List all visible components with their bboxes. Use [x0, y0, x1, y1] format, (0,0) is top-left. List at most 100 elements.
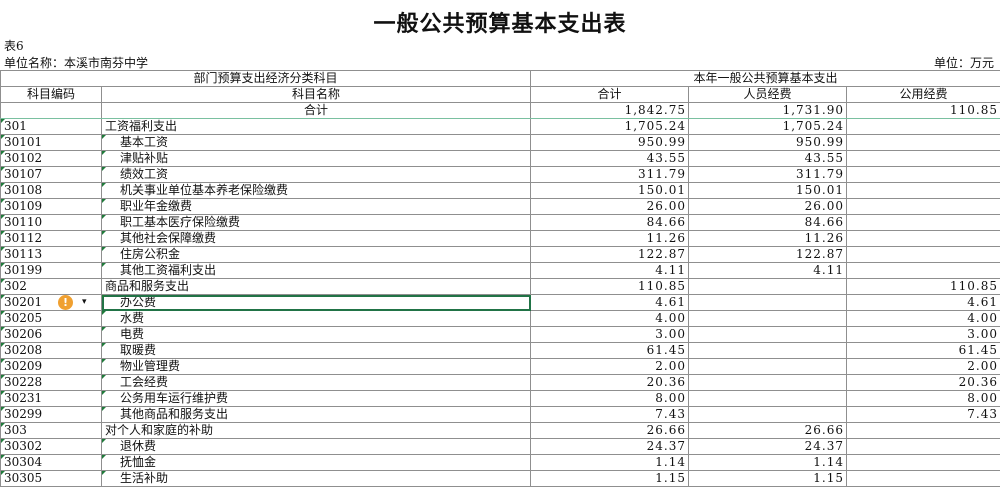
- cell-name[interactable]: 抚恤金: [100, 454, 532, 471]
- cell-public[interactable]: [846, 182, 1000, 199]
- cell-name[interactable]: 工会经费: [100, 374, 532, 391]
- cell-name[interactable]: 物业管理费: [100, 358, 532, 375]
- cell-total[interactable]: 122.87: [530, 246, 690, 263]
- cell-personnel[interactable]: [688, 358, 848, 375]
- cell-name[interactable]: 水费: [100, 310, 532, 327]
- cell-total[interactable]: 26.66: [530, 422, 690, 439]
- cell-public[interactable]: [846, 134, 1000, 151]
- cell-public[interactable]: [846, 454, 1000, 471]
- cell-personnel[interactable]: 26.66: [688, 422, 848, 439]
- col-header-total[interactable]: 合计: [530, 86, 690, 103]
- cell-total[interactable]: 1.15: [530, 470, 690, 487]
- cell-total[interactable]: 950.99: [530, 134, 690, 151]
- cell-total[interactable]: 4.00: [530, 310, 690, 327]
- cell-total[interactable]: 1,705.24: [530, 118, 690, 135]
- cell-public[interactable]: [846, 214, 1000, 231]
- cell-total[interactable]: 43.55: [530, 150, 690, 167]
- cell-code[interactable]: 30231: [0, 390, 102, 407]
- cell-total[interactable]: 61.45: [530, 342, 690, 359]
- cell-total[interactable]: 1,842.75: [530, 102, 690, 119]
- cell-code[interactable]: 30201! ▾: [0, 294, 102, 311]
- cell-code[interactable]: 30304: [0, 454, 102, 471]
- cell-public[interactable]: [846, 166, 1000, 183]
- cell-code[interactable]: 30102: [0, 150, 102, 167]
- cell-total[interactable]: 1.14: [530, 454, 690, 471]
- cell-name[interactable]: 合计: [100, 102, 532, 119]
- cell-personnel[interactable]: 1.14: [688, 454, 848, 471]
- cell-code[interactable]: 30208: [0, 342, 102, 359]
- cell-total[interactable]: 8.00: [530, 390, 690, 407]
- cell-code[interactable]: 30199: [0, 262, 102, 279]
- cell-public[interactable]: 3.00: [846, 326, 1000, 343]
- cell-public[interactable]: 4.61: [846, 294, 1000, 311]
- cell-name[interactable]: 职工基本医疗保险缴费: [100, 214, 532, 231]
- chevron-down-icon[interactable]: ▾: [82, 296, 87, 310]
- cell-personnel[interactable]: 1.15: [688, 470, 848, 487]
- cell-code[interactable]: 30305: [0, 470, 102, 487]
- cell-public[interactable]: 8.00: [846, 390, 1000, 407]
- cell-personnel[interactable]: 150.01: [688, 182, 848, 199]
- cell-total[interactable]: 2.00: [530, 358, 690, 375]
- cell-total[interactable]: 311.79: [530, 166, 690, 183]
- cell-public[interactable]: 7.43: [846, 406, 1000, 423]
- cell-total[interactable]: 11.26: [530, 230, 690, 247]
- col-header-code[interactable]: 科目编码: [0, 86, 102, 103]
- cell-name[interactable]: 津贴补贴: [100, 150, 532, 167]
- cell-personnel[interactable]: 122.87: [688, 246, 848, 263]
- cell-personnel[interactable]: 1,705.24: [688, 118, 848, 135]
- cell-name[interactable]: 退休费: [100, 438, 532, 455]
- cell-code[interactable]: 30228: [0, 374, 102, 391]
- cell-code[interactable]: 30302: [0, 438, 102, 455]
- cell-code[interactable]: 30101: [0, 134, 102, 151]
- cell-total[interactable]: 26.00: [530, 198, 690, 215]
- cell-public[interactable]: [846, 198, 1000, 215]
- cell-personnel[interactable]: [688, 374, 848, 391]
- cell-code[interactable]: 301: [0, 118, 102, 135]
- cell-total[interactable]: 110.85: [530, 278, 690, 295]
- cell-personnel[interactable]: 43.55: [688, 150, 848, 167]
- group-header-left[interactable]: 部门预算支出经济分类科目: [0, 70, 532, 87]
- cell-personnel[interactable]: 84.66: [688, 214, 848, 231]
- cell-personnel[interactable]: 950.99: [688, 134, 848, 151]
- cell-code[interactable]: 30299: [0, 406, 102, 423]
- cell-code[interactable]: 30108: [0, 182, 102, 199]
- cell-name[interactable]: 电费: [100, 326, 532, 343]
- group-header-right[interactable]: 本年一般公共预算基本支出: [530, 70, 1000, 87]
- col-header-public[interactable]: 公用经费: [846, 86, 1000, 103]
- cell-name[interactable]: 其他商品和服务支出: [100, 406, 532, 423]
- cell-public[interactable]: 61.45: [846, 342, 1000, 359]
- cell-name[interactable]: 对个人和家庭的补助: [100, 422, 532, 439]
- cell-name[interactable]: 办公费: [100, 294, 532, 311]
- col-header-personnel[interactable]: 人员经费: [688, 86, 848, 103]
- cell-personnel[interactable]: 1,731.90: [688, 102, 848, 119]
- cell-code[interactable]: [0, 102, 102, 119]
- warning-icon[interactable]: !: [58, 295, 73, 310]
- col-header-name[interactable]: 科目名称: [100, 86, 532, 103]
- cell-name[interactable]: 其他工资福利支出: [100, 262, 532, 279]
- cell-name[interactable]: 职业年金缴费: [100, 198, 532, 215]
- cell-name[interactable]: 住房公积金: [100, 246, 532, 263]
- cell-personnel[interactable]: [688, 326, 848, 343]
- cell-total[interactable]: 24.37: [530, 438, 690, 455]
- cell-personnel[interactable]: [688, 390, 848, 407]
- cell-public[interactable]: 110.85: [846, 278, 1000, 295]
- cell-code[interactable]: 303: [0, 422, 102, 439]
- cell-total[interactable]: 3.00: [530, 326, 690, 343]
- cell-public[interactable]: [846, 422, 1000, 439]
- cell-public[interactable]: [846, 150, 1000, 167]
- cell-code[interactable]: 30205: [0, 310, 102, 327]
- cell-public[interactable]: 20.36: [846, 374, 1000, 391]
- cell-total[interactable]: 7.43: [530, 406, 690, 423]
- cell-personnel[interactable]: 26.00: [688, 198, 848, 215]
- cell-code[interactable]: 30112: [0, 230, 102, 247]
- cell-personnel[interactable]: 24.37: [688, 438, 848, 455]
- cell-code[interactable]: 302: [0, 278, 102, 295]
- cell-code[interactable]: 30206: [0, 326, 102, 343]
- cell-personnel[interactable]: 4.11: [688, 262, 848, 279]
- cell-code[interactable]: 30107: [0, 166, 102, 183]
- cell-public[interactable]: 110.85: [846, 102, 1000, 119]
- cell-name[interactable]: 取暖费: [100, 342, 532, 359]
- cell-total[interactable]: 84.66: [530, 214, 690, 231]
- cell-name[interactable]: 绩效工资: [100, 166, 532, 183]
- cell-name[interactable]: 基本工资: [100, 134, 532, 151]
